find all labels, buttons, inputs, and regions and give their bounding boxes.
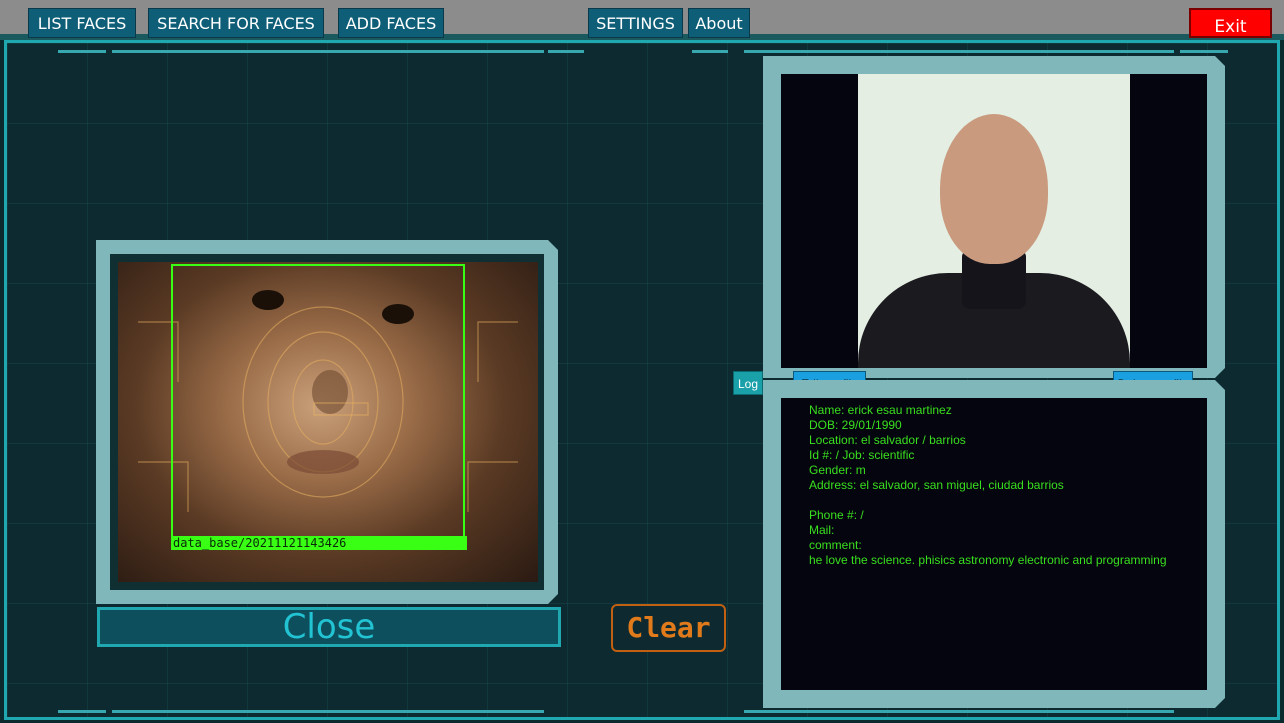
top-decoration-line bbox=[692, 50, 728, 53]
profile-info-text: Name: erick esau martinez DOB: 29/01/199… bbox=[809, 403, 1204, 568]
profile-dob: DOB: 29/01/1990 bbox=[809, 418, 902, 432]
bottom-decoration-line bbox=[744, 710, 1174, 713]
profile-blank-line bbox=[809, 493, 1204, 508]
profile-mail: Mail: bbox=[809, 523, 835, 537]
about-button[interactable]: About bbox=[688, 8, 750, 38]
top-decoration-line bbox=[1180, 50, 1228, 53]
log-button[interactable]: Log bbox=[733, 371, 763, 395]
profile-location: Location: el salvador / barrios bbox=[809, 433, 966, 447]
clear-button[interactable]: Clear bbox=[611, 604, 726, 652]
profile-comment-label: comment: bbox=[809, 538, 862, 552]
face-detection-label: data_base/20211121143426 bbox=[171, 536, 467, 550]
close-button[interactable]: Close bbox=[97, 607, 561, 647]
top-decoration-line bbox=[548, 50, 584, 53]
profile-address: Address: el salvador, san miguel, ciudad… bbox=[809, 478, 1064, 492]
profile-id-job: Id #: / Job: scientific bbox=[809, 448, 915, 462]
top-decoration-line bbox=[58, 50, 106, 53]
profile-phone: Phone #: / bbox=[809, 508, 864, 522]
profile-gender: Gender: m bbox=[809, 463, 866, 477]
profile-comment: he love the science. phisics astronomy e… bbox=[809, 553, 1167, 567]
add-faces-button[interactable]: ADD FACES bbox=[338, 8, 444, 38]
bottom-decoration-line bbox=[58, 710, 106, 713]
bottom-decoration-line bbox=[112, 710, 544, 713]
exit-button[interactable]: Exit bbox=[1189, 8, 1272, 38]
face-detection-box bbox=[171, 264, 465, 550]
top-decoration-line bbox=[744, 50, 1174, 53]
profile-photo bbox=[858, 74, 1130, 368]
photo-head bbox=[940, 114, 1048, 264]
profile-name: Name: erick esau martinez bbox=[809, 403, 952, 417]
list-faces-button[interactable]: LIST FACES bbox=[28, 8, 136, 38]
top-decoration-line bbox=[112, 50, 544, 53]
search-faces-button[interactable]: SEARCH FOR FACES bbox=[148, 8, 324, 38]
settings-button[interactable]: SETTINGS bbox=[588, 8, 683, 38]
